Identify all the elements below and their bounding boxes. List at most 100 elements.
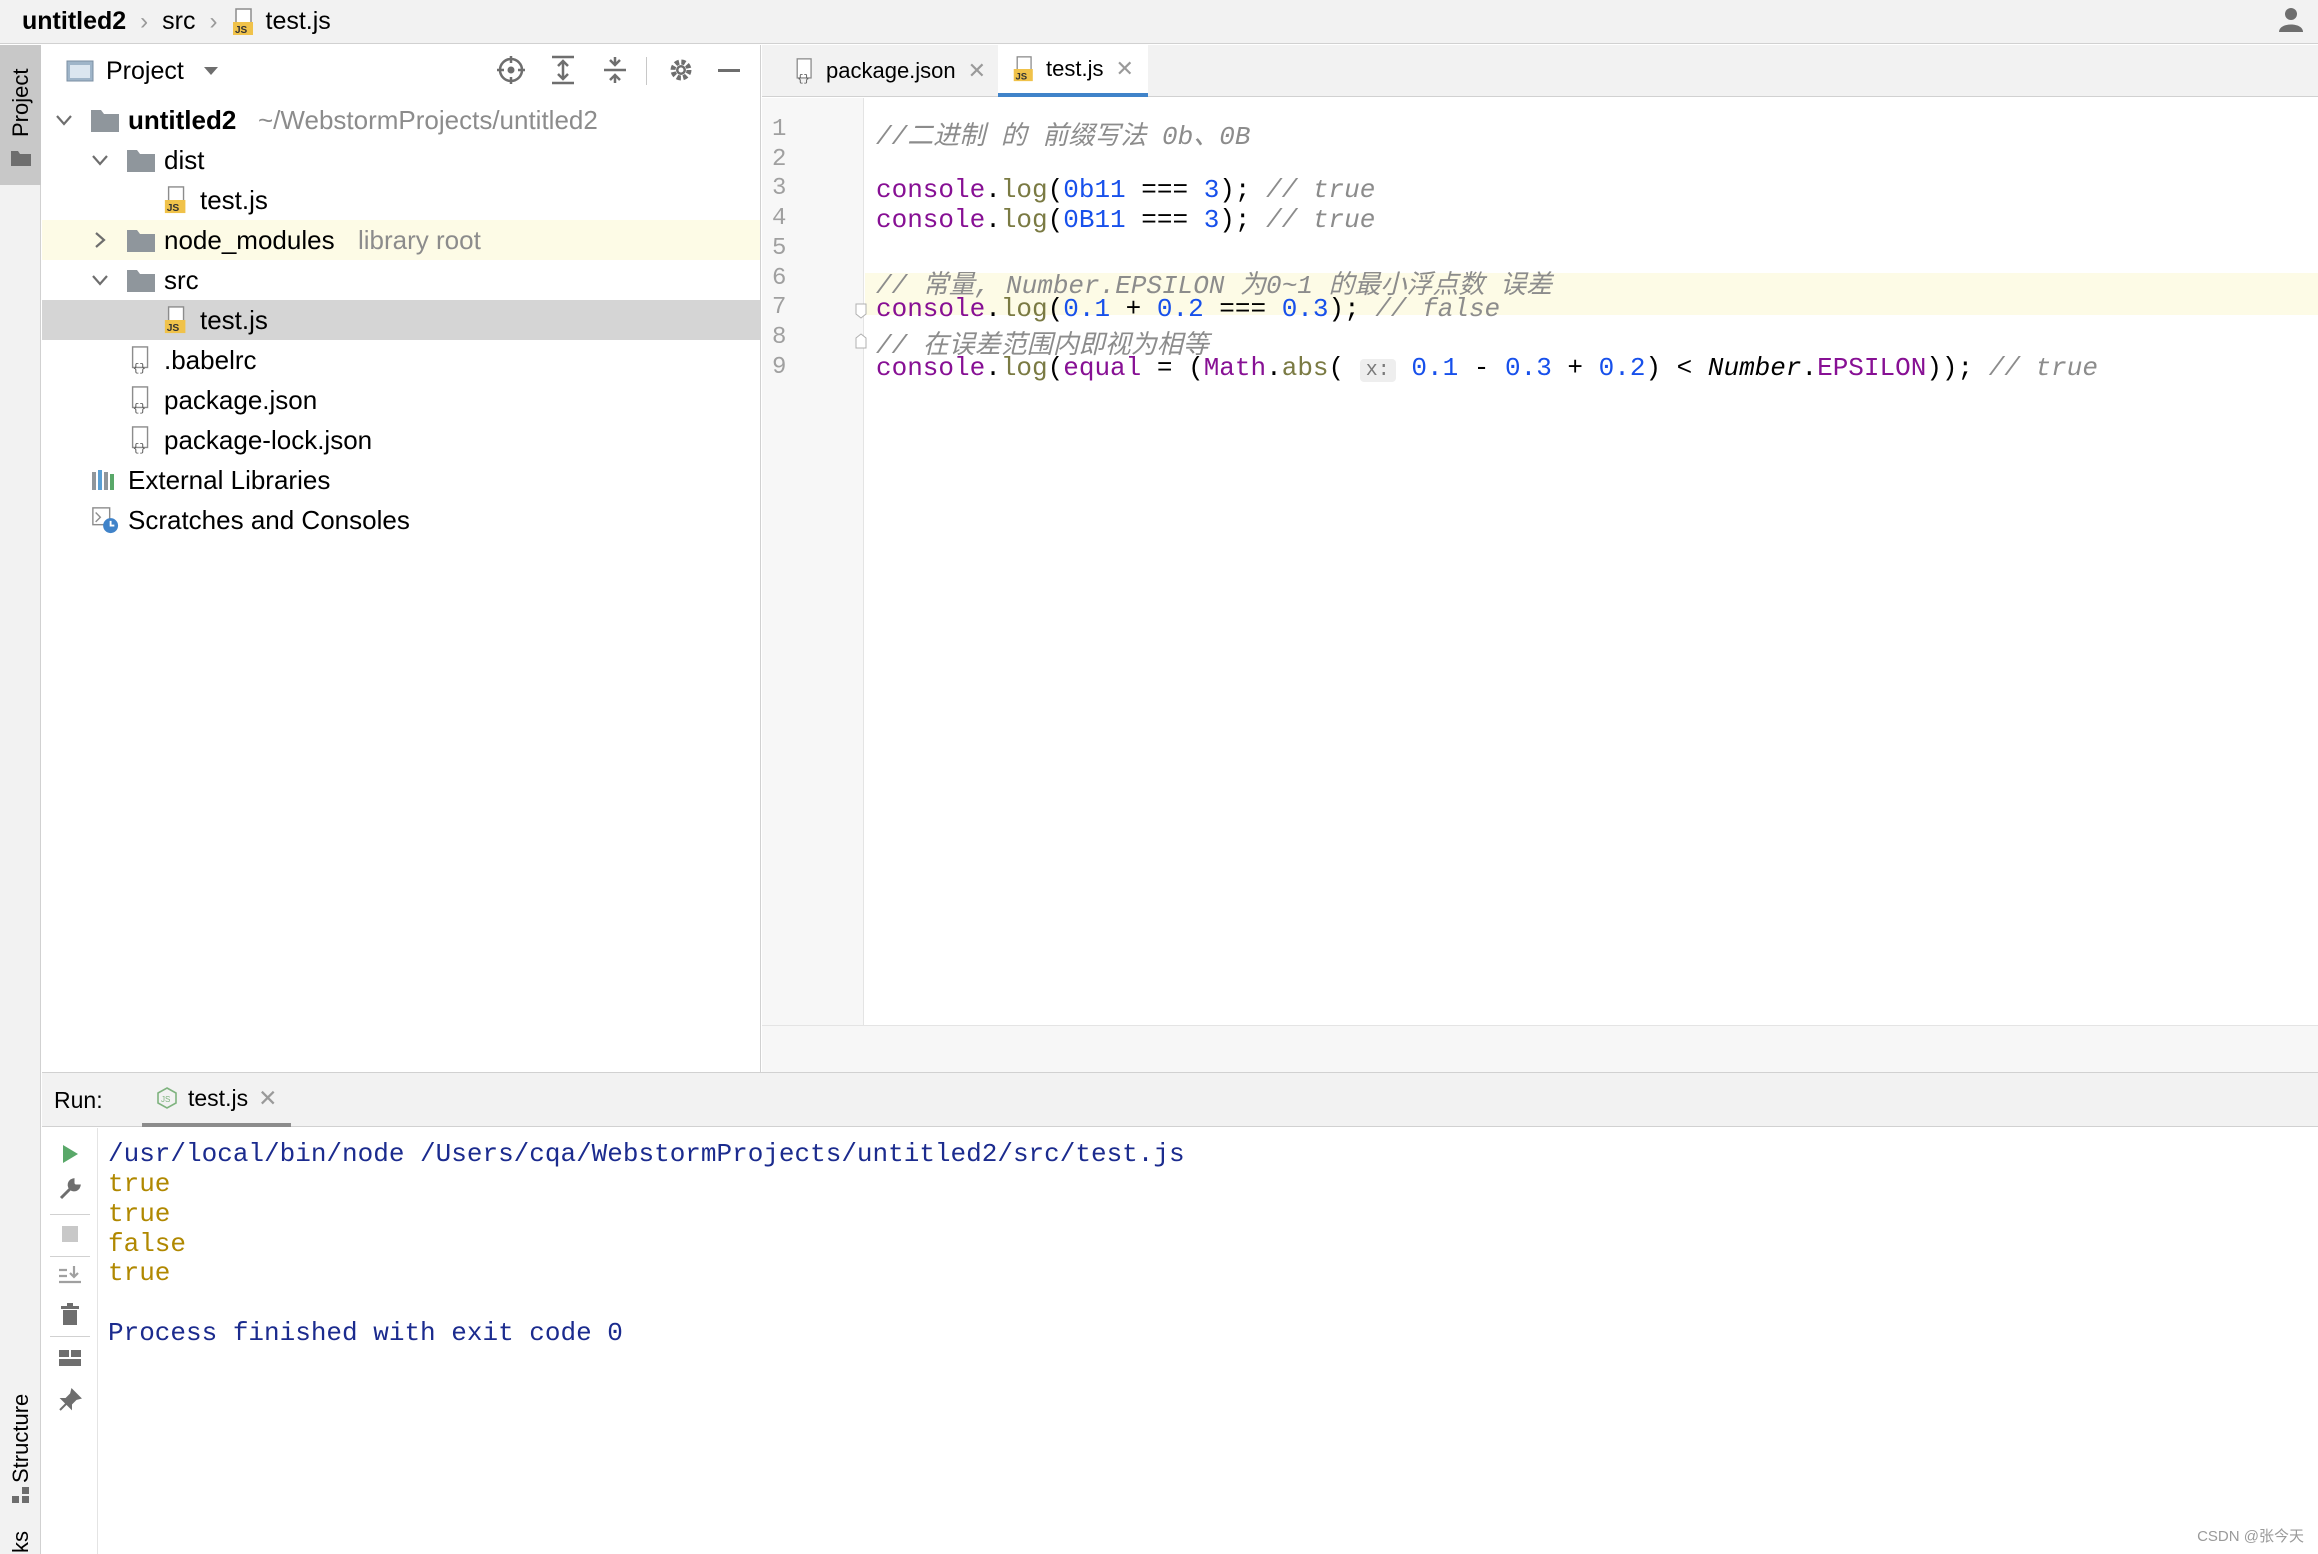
- run-panel-header: Run: JS test.js ✕: [42, 1073, 2318, 1127]
- line-number: 9: [772, 354, 787, 381]
- hide-panel-button[interactable]: [712, 53, 746, 87]
- edit-configuration-button[interactable]: [54, 1173, 86, 1205]
- tree-item-label: src: [164, 264, 199, 295]
- editor-tab-bar: {} package.json ✕ JS test.js ✕: [762, 45, 2318, 97]
- scroll-to-end-icon: [59, 1266, 81, 1284]
- close-icon[interactable]: ✕: [258, 1085, 277, 1112]
- code-line-1: //二进制 的 前缀写法 0b、0B: [876, 122, 1251, 152]
- toolbar-divider: [50, 1256, 90, 1257]
- breadcrumb-label: untitled2: [22, 7, 127, 35]
- breadcrumb-folder[interactable]: src: [162, 0, 195, 44]
- locate-file-button[interactable]: [494, 53, 528, 87]
- breadcrumb-project[interactable]: untitled2: [22, 0, 126, 44]
- toolbar-divider: [646, 57, 647, 85]
- js-file-icon: JS: [1013, 56, 1033, 82]
- code-line-4: console.log(0B11 === 3); // true: [876, 205, 1376, 235]
- svg-text:JS: JS: [235, 25, 248, 36]
- stop-button[interactable]: [54, 1218, 86, 1250]
- chevron-down-icon[interactable]: [54, 110, 74, 130]
- console-line-output: false: [108, 1229, 187, 1259]
- close-icon[interactable]: ✕: [968, 58, 986, 84]
- tree-item-library-folder[interactable]: node_modules library root: [42, 220, 760, 260]
- tree-item-external-libraries[interactable]: External Libraries: [42, 460, 760, 500]
- user-icon[interactable]: [2276, 4, 2306, 34]
- line-number: 4: [772, 205, 787, 232]
- svg-text:{}: {}: [133, 403, 146, 414]
- tree-item-file[interactable]: {} package.json: [42, 380, 760, 420]
- tree-item-file[interactable]: {} package-lock.json: [42, 420, 760, 460]
- chevron-right-icon[interactable]: [90, 230, 110, 250]
- line-number: 8: [772, 324, 787, 351]
- tab-test-js[interactable]: JS test.js ✕: [998, 45, 1148, 97]
- tree-item-project-root[interactable]: untitled2 ~/WebstormProjects/untitled2: [42, 100, 760, 140]
- layout-button[interactable]: [54, 1342, 86, 1374]
- tree-item-label: .babelrc: [164, 344, 257, 375]
- chevron-down-icon[interactable]: [90, 270, 110, 290]
- editor-area: {} package.json ✕ JS test.js ✕ 1 2 3 4 5…: [762, 45, 2318, 1072]
- chevron-down-icon[interactable]: [202, 65, 220, 77]
- line-number: 5: [772, 235, 787, 262]
- editor-status-strip: [762, 1025, 2318, 1072]
- tree-item-file[interactable]: {} .babelrc: [42, 340, 760, 380]
- svg-text:JS: JS: [161, 1095, 170, 1104]
- project-panel-header: Project: [42, 45, 760, 97]
- line-number: 2: [772, 146, 787, 173]
- json-file-icon: {}: [131, 386, 149, 414]
- expand-all-button[interactable]: [546, 53, 580, 87]
- fold-marker-icon[interactable]: [854, 332, 868, 350]
- fold-marker-icon[interactable]: [854, 302, 868, 320]
- project-tool-button[interactable]: Project: [0, 45, 41, 185]
- tab-package-json[interactable]: {} package.json ✕: [782, 45, 996, 97]
- tab-label: test.js: [1046, 56, 1104, 81]
- close-icon[interactable]: ✕: [1115, 56, 1133, 82]
- navigation-bar: untitled2 › src › JS test.js: [0, 0, 2318, 44]
- scroll-to-end-button[interactable]: [54, 1260, 86, 1292]
- svg-text:{}: {}: [797, 73, 809, 85]
- folder-icon: [127, 230, 155, 252]
- console-line-output: true: [108, 1199, 171, 1229]
- breadcrumb-label: src: [162, 7, 196, 35]
- tree-item-label: package-lock.json: [164, 424, 373, 455]
- toolbar-divider: [50, 1336, 90, 1337]
- scratches-icon: [92, 507, 119, 534]
- console-line-output: true: [108, 1169, 171, 1199]
- js-file-icon: JS: [232, 7, 253, 36]
- tree-item-scratches[interactable]: Scratches and Consoles: [42, 500, 760, 540]
- clear-all-button[interactable]: [54, 1298, 86, 1330]
- collapse-all-button[interactable]: [598, 53, 632, 87]
- library-icon: [92, 470, 114, 490]
- tree-item-folder[interactable]: dist: [42, 140, 760, 180]
- nodejs-icon: JS: [157, 1087, 177, 1109]
- stop-icon: [62, 1226, 78, 1242]
- folder-icon: [91, 110, 119, 132]
- tree-item-file-selected[interactable]: JS test.js: [42, 300, 760, 340]
- tree-item-folder[interactable]: src: [42, 260, 760, 300]
- bookmarks-tool-label[interactable]: ks: [8, 1531, 34, 1553]
- breadcrumb-file[interactable]: JS test.js: [232, 0, 331, 44]
- structure-icon: [12, 1487, 29, 1503]
- line-number: 3: [772, 175, 787, 202]
- run-tab-test-js[interactable]: JS test.js ✕: [142, 1073, 292, 1127]
- structure-tool-button[interactable]: Structure: [0, 1345, 41, 1505]
- svg-text:JS: JS: [167, 203, 180, 214]
- structure-tool-label: Structure: [8, 1393, 33, 1483]
- tree-item-label: Scratches and Consoles: [128, 504, 410, 535]
- tree-item-label: package.json: [164, 384, 318, 415]
- tree-item-label: External Libraries: [128, 464, 331, 495]
- pin-tab-button[interactable]: [54, 1384, 86, 1416]
- collapse-all-icon: [604, 57, 626, 83]
- line-number-gutter: 1 2 3 4 5 6 7 8 9: [762, 98, 867, 1072]
- js-file-icon: JS: [164, 306, 186, 334]
- tree-item-file[interactable]: JS test.js: [42, 180, 760, 220]
- settings-button[interactable]: [664, 53, 698, 87]
- rerun-button[interactable]: [54, 1138, 86, 1170]
- chevron-down-icon[interactable]: [90, 150, 110, 170]
- json-file-icon: {}: [131, 426, 149, 454]
- code-line-9: console.log(equal = (Math.abs( x: 0.1 - …: [876, 353, 2098, 383]
- svg-text:JS: JS: [1015, 71, 1027, 82]
- trash-icon: [61, 1303, 79, 1325]
- run-panel: Run: JS test.js ✕ /usr/local/bin/node /U…: [42, 1072, 2318, 1554]
- wrench-icon: [59, 1178, 81, 1200]
- project-panel: Project untitled2 ~/WebstormProjects/unt…: [42, 45, 761, 1072]
- project-view-selector[interactable]: Project: [106, 57, 184, 86]
